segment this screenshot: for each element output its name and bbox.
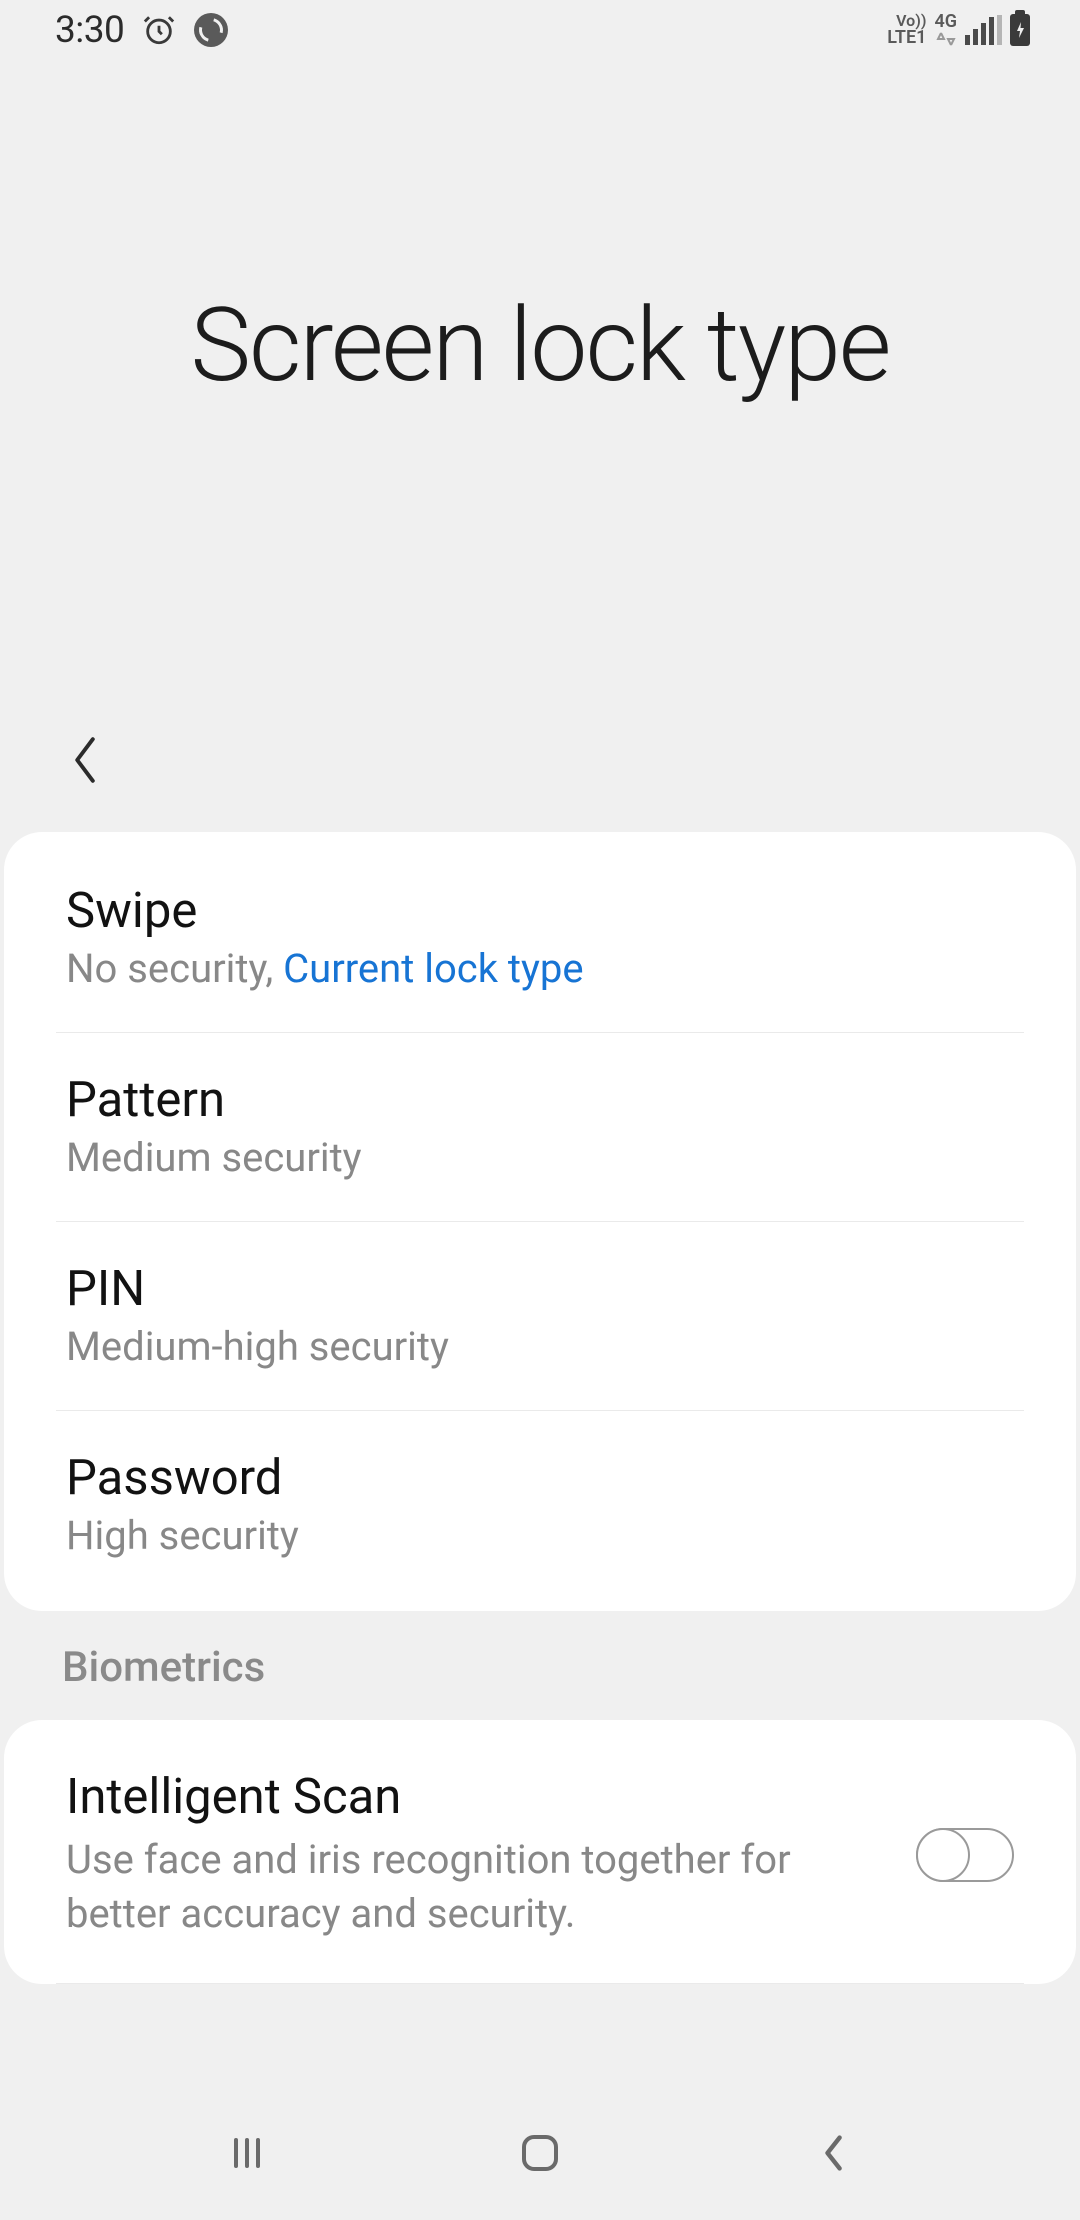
navigation-bar: [0, 2085, 1080, 2220]
toolbar: [0, 700, 1080, 820]
lock-type-pattern[interactable]: Pattern Medium security: [56, 1033, 1024, 1222]
status-right: Vo)) LTE1 4G: [887, 13, 1030, 47]
lock-type-swipe[interactable]: Swipe No security, Current lock type: [56, 832, 1024, 1033]
status-time: 3:30: [55, 9, 124, 52]
biometric-intelligent-scan[interactable]: Intelligent Scan Use face and iris recog…: [56, 1720, 1024, 1984]
list-item-subtitle: Medium security: [66, 1134, 1014, 1181]
list-item-title: Intelligent Scan: [66, 1768, 886, 1825]
signal-icon: [965, 15, 1002, 45]
toggle-knob: [916, 1828, 970, 1882]
back-button[interactable]: [55, 730, 115, 790]
list-item-title: Pattern: [66, 1071, 1014, 1128]
status-bar: 3:30 Vo)) LTE1 4G: [0, 0, 1080, 60]
biometrics-card: Intelligent Scan Use face and iris recog…: [4, 1720, 1076, 1984]
biometrics-section-header: Biometrics: [0, 1611, 1080, 1720]
shazam-icon: [194, 13, 228, 47]
network-4g-indicator: 4G: [934, 13, 957, 47]
home-icon: [518, 2131, 562, 2175]
list-item-subtitle: No security, Current lock type: [66, 945, 1014, 992]
lock-type-pin[interactable]: PIN Medium-high security: [56, 1222, 1024, 1411]
intelligent-scan-toggle[interactable]: [916, 1828, 1014, 1882]
current-lock-label: Current lock type: [283, 945, 584, 992]
volte-indicator: Vo)) LTE1: [887, 13, 926, 47]
recents-button[interactable]: [217, 2123, 277, 2183]
status-left: 3:30: [55, 9, 228, 52]
list-item-title: Swipe: [66, 882, 1014, 939]
page-hero: Screen lock type: [0, 60, 1080, 700]
chevron-left-icon: [818, 2131, 848, 2175]
chevron-left-icon: [69, 734, 101, 786]
battery-charging-icon: [1010, 14, 1030, 46]
lock-type-password[interactable]: Password High security: [56, 1411, 1024, 1611]
list-item-title: Password: [66, 1449, 1014, 1506]
alarm-icon: [142, 13, 176, 47]
list-item-subtitle: High security: [66, 1512, 1014, 1559]
nav-back-button[interactable]: [803, 2123, 863, 2183]
home-button[interactable]: [510, 2123, 570, 2183]
recents-icon: [226, 2132, 268, 2174]
list-item-subtitle: Medium-high security: [66, 1323, 1014, 1370]
lock-type-card: Swipe No security, Current lock type Pat…: [4, 832, 1076, 1611]
list-item-subtitle: Use face and iris recognition together f…: [66, 1833, 886, 1941]
list-item-title: PIN: [66, 1260, 1014, 1317]
page-title: Screen lock type: [190, 285, 889, 405]
